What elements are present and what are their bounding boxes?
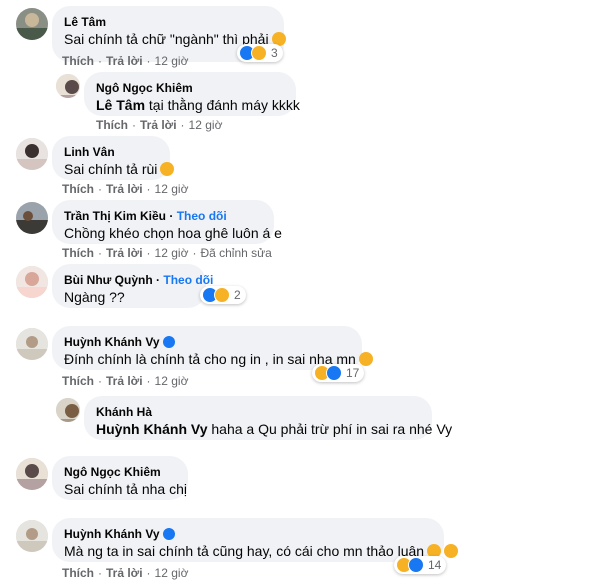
follow-button[interactable]: Theo dõi [163,273,213,287]
haha-reaction-icon [214,287,230,303]
commenter-name[interactable]: Ngô Ngọc Khiêm [64,464,176,480]
avatar[interactable] [16,520,48,552]
comment-bubble: Khánh Hà Huỳnh Khánh Vy haha a Qu phải t… [84,396,453,440]
timestamp[interactable]: 12 giờ [189,118,223,132]
comment-text: Lê Tâm tại thằng đánh máy kkkk [96,97,300,113]
comment-bubble: Ngô Ngọc Khiêm Sai chính tả nha chị [52,456,188,500]
comment-text: Chồng khéo chọn hoa ghê luôn á e [64,225,282,241]
avatar[interactable] [16,202,48,234]
like-action[interactable]: Thích [62,566,94,580]
like-action[interactable]: Thích [62,54,94,68]
avatar[interactable] [16,328,48,360]
like-reaction-icon [408,557,424,573]
commenter-name[interactable]: Linh Vân [64,144,158,160]
avatar[interactable] [56,398,80,422]
comment-bubble: Linh Vân Sai chính tả rùi [52,136,175,180]
like-action[interactable]: Thích [62,374,94,388]
avatar[interactable] [16,458,48,490]
haha-reaction-icon [251,45,267,61]
comment-bubble: Trần Thị Kim Kiều · Theo dõi Chồng khéo … [52,200,282,244]
comment-text: Mà ng ta in sai chính tả cũng hay, có cá… [64,542,459,561]
reply-action[interactable]: Trả lời [140,118,177,132]
commenter-name: Huỳnh Khánh Vy [64,334,350,350]
like-action[interactable]: Thích [62,182,94,196]
timestamp[interactable]: 12 giờ [155,54,189,68]
reply-action[interactable]: Trả lời [106,374,143,388]
timestamp[interactable]: 12 giờ [155,374,189,388]
follow-button[interactable]: Theo dõi [177,209,227,223]
comment-actions: Thích · Trả lời · 12 giờ [96,118,223,132]
commenter-name[interactable]: Lê Tâm [64,14,272,30]
avatar[interactable] [16,138,48,170]
commenter-name[interactable]: Ngô Ngọc Khiêm [96,80,284,96]
commenter-name: Bùi Như Quỳnh · Theo dõi [64,273,214,287]
comment-actions: Thích · Trả lời · 12 giờ [62,374,189,388]
reply-action[interactable]: Trả lời [106,54,143,68]
comment-bubble: Ngô Ngọc Khiêm Lê Tâm tại thằng đánh máy… [84,72,300,116]
commenter-name: Trần Thị Kim Kiều · Theo dõi [64,209,227,223]
sad-emoji-icon [160,162,175,176]
verified-badge-icon [162,528,175,540]
like-reaction-icon [326,365,342,381]
mention-link[interactable]: Lê Tâm [96,97,145,113]
comment-text: Huỳnh Khánh Vy haha a Qu phải trừ phí in… [96,421,453,437]
comment-text: Đính chính là chính tả cho ng in , in sa… [64,350,373,369]
sad-emoji-icon [358,352,373,366]
reaction-summary[interactable]: 2 [200,286,246,304]
commenter-name: Huỳnh Khánh Vy [64,526,432,542]
reaction-summary[interactable]: 17 [312,364,365,382]
reply-action[interactable]: Trả lời [106,246,143,260]
comment-bubble: Huỳnh Khánh Vy Đính chính là chính tả ch… [52,326,373,370]
edited-label[interactable]: Đã chỉnh sửa [200,246,271,260]
like-action[interactable]: Thích [62,246,94,260]
avatar[interactable] [16,266,48,298]
comment-text: Sai chính tả nha chị [64,481,187,497]
laughing-emoji-icon [444,544,459,558]
timestamp[interactable]: 12 giờ [155,566,189,580]
timestamp[interactable]: 12 giờ [155,246,189,260]
like-action[interactable]: Thích [96,118,128,132]
comment-actions: Thích · Trả lời · 12 giờ [62,182,189,196]
comment-actions: Thích · Trả lời · 12 giờ · Đã chỉnh sửa [62,246,272,260]
comment-bubble: Bùi Như Quỳnh · Theo dõi Ngàng ?? [52,264,214,308]
timestamp[interactable]: 12 giờ [155,182,189,196]
avatar[interactable] [56,74,80,98]
comment-actions: Thích · Trả lời · 12 giờ [62,54,189,68]
reply-action[interactable]: Trả lời [106,566,143,580]
comment-bubble: Huỳnh Khánh Vy Mà ng ta in sai chính tả … [52,518,459,562]
reaction-summary[interactable]: 14 [394,556,447,574]
reply-action[interactable]: Trả lời [106,182,143,196]
commenter-name[interactable]: Khánh Hà [96,404,420,420]
reaction-summary[interactable]: 3 [237,44,283,62]
verified-badge-icon [162,336,175,348]
comment-text: Sai chính tả rùi [64,160,175,179]
avatar[interactable] [16,8,48,40]
comment-actions: Thích · Trả lời · 12 giờ [62,566,189,580]
comment-text: Ngàng ?? [64,289,125,305]
mention-link[interactable]: Huỳnh Khánh Vy [96,421,208,437]
